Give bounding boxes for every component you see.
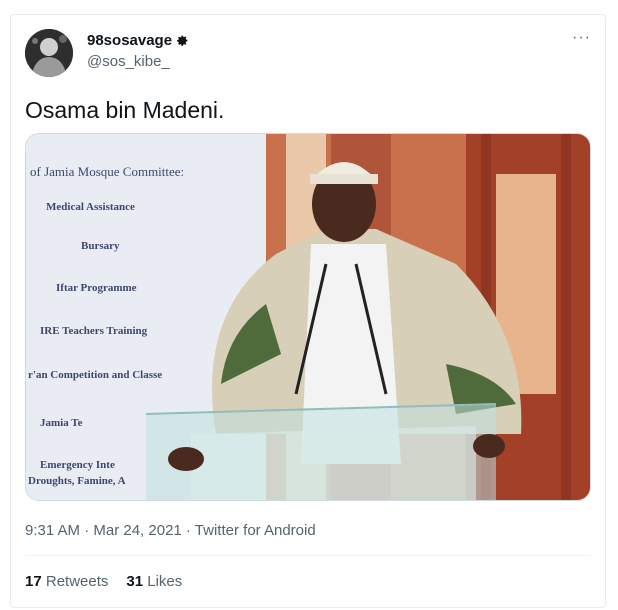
tweet-image[interactable]: of Jamia Mosque Committee: Medical Assis… bbox=[25, 133, 591, 501]
banner-item: Jamia Te bbox=[40, 417, 83, 429]
banner-item: Droughts, Famine, A bbox=[28, 475, 126, 487]
display-name[interactable]: 98sosavage bbox=[87, 32, 189, 49]
likes-label: Likes bbox=[147, 573, 183, 590]
banner-item: r'an Competition and Classe bbox=[28, 369, 162, 381]
banner-header: of Jamia Mosque Committee: bbox=[30, 164, 184, 179]
gear-icon bbox=[177, 35, 188, 46]
divider bbox=[25, 555, 591, 556]
more-options-icon[interactable]: ··· bbox=[572, 29, 591, 47]
engagement-stats: 17 Retweets 31 Likes bbox=[25, 573, 182, 590]
likes-count: 31 bbox=[126, 573, 144, 590]
banner-item: Medical Assistance bbox=[46, 201, 135, 213]
retweets-count: 17 bbox=[25, 573, 42, 590]
banner-item: IRE Teachers Training bbox=[40, 325, 148, 337]
timestamp[interactable]: 9:31 AM · Mar 24, 2021 · Twitter for And… bbox=[25, 522, 316, 539]
user-handle[interactable]: @sos_kibe_ bbox=[87, 53, 170, 70]
display-name-text[interactable]: 98sosavage bbox=[87, 32, 172, 49]
banner-item: Emergency Inte bbox=[40, 459, 115, 471]
banner-item: Bursary bbox=[81, 240, 120, 252]
likes-stat[interactable]: 31 Likes bbox=[126, 573, 182, 590]
retweets-stat[interactable]: 17 Retweets bbox=[25, 573, 108, 590]
banner-item: Iftar Programme bbox=[56, 282, 137, 294]
retweets-label: Retweets bbox=[45, 573, 109, 590]
avatar[interactable] bbox=[25, 29, 73, 77]
tweet-text: Osama bin Madeni. bbox=[25, 97, 225, 123]
tweet-card: 98sosavage @sos_kibe_ ··· Osama bin Made… bbox=[10, 14, 606, 608]
